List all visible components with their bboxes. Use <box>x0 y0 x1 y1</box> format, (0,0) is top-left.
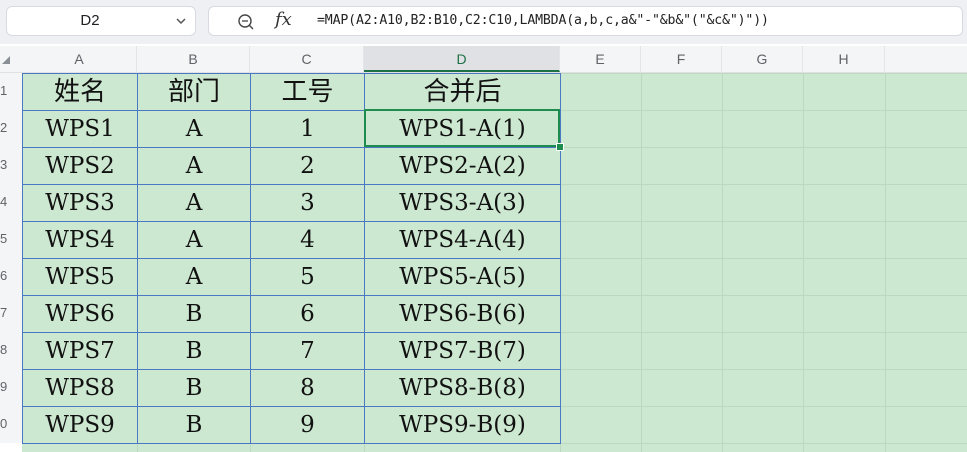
table-header-cell[interactable]: 工号 <box>250 73 365 111</box>
active-cell-selection <box>364 109 560 147</box>
gridline <box>803 73 804 452</box>
select-all-triangle-icon[interactable] <box>2 56 10 64</box>
table-cell[interactable]: 9 <box>250 406 365 444</box>
table-cell[interactable]: WPS2-A(2) <box>364 147 561 185</box>
row-header[interactable]: 5 <box>0 221 22 258</box>
row-header-label: 9 <box>0 379 8 394</box>
row-header-label: 8 <box>0 342 8 357</box>
table-cell[interactable]: WPS4-A(4) <box>364 221 561 259</box>
table-cell[interactable]: WPS8 <box>22 369 138 407</box>
row-header-label: 0 <box>0 416 8 431</box>
zoom-magnifier-icon[interactable] <box>237 13 255 31</box>
table-header-cell[interactable]: 姓名 <box>22 73 138 111</box>
column-header-d[interactable]: D <box>364 46 560 72</box>
row-header-label: 7 <box>0 305 8 320</box>
table-cell[interactable]: 8 <box>250 369 365 407</box>
select-all-corner[interactable] <box>0 46 22 72</box>
table-cell[interactable]: A <box>137 258 251 296</box>
fx-icon[interactable]: fx <box>275 9 292 30</box>
row-header[interactable]: 9 <box>0 369 22 406</box>
column-header-c[interactable]: C <box>250 46 364 72</box>
table-header-cell[interactable]: 合并后 <box>364 73 561 111</box>
table-header-cell[interactable]: 部门 <box>137 73 251 111</box>
column-header-row: ABCDEFGH <box>0 46 967 73</box>
row-header[interactable]: 2 <box>0 110 22 147</box>
table-cell[interactable]: 6 <box>250 295 365 333</box>
row-header[interactable]: 7 <box>0 295 22 332</box>
table-cell[interactable]: WPS7 <box>22 332 138 370</box>
table-cell[interactable]: A <box>137 147 251 185</box>
formula-toolbar: D2 fx =MAP(A2:A10,B2:B10,C2:C10,LAMBDA(a… <box>0 0 967 44</box>
table-cell[interactable]: A <box>137 221 251 259</box>
gridline <box>722 73 723 452</box>
table-cell[interactable]: WPS5 <box>22 258 138 296</box>
row-header-label: 6 <box>0 268 8 283</box>
table-cell[interactable]: 7 <box>250 332 365 370</box>
row-header[interactable]: 3 <box>0 147 22 184</box>
table-cell[interactable]: B <box>137 406 251 444</box>
table-cell[interactable]: 3 <box>250 184 365 222</box>
table-cell[interactable]: WPS5-A(5) <box>364 258 561 296</box>
column-header-f[interactable]: F <box>641 46 722 72</box>
column-header-a[interactable]: A <box>22 46 137 72</box>
name-box-value: D2 <box>80 12 100 29</box>
formula-bar[interactable]: fx =MAP(A2:A10,B2:B10,C2:C10,LAMBDA(a,b,… <box>208 6 963 36</box>
gridline <box>885 73 886 452</box>
name-box[interactable]: D2 <box>6 6 196 36</box>
row-header-label: 3 <box>0 157 8 172</box>
table-cell[interactable]: WPS2 <box>22 147 138 185</box>
table-cell[interactable]: A <box>137 110 251 148</box>
fill-handle[interactable] <box>556 143 564 151</box>
row-header[interactable]: 4 <box>0 184 22 221</box>
table-cell[interactable]: WPS7-B(7) <box>364 332 561 370</box>
table-cell[interactable]: WPS9-B(9) <box>364 406 561 444</box>
table-cell[interactable]: WPS8-B(8) <box>364 369 561 407</box>
table-cell[interactable]: WPS1 <box>22 110 138 148</box>
table-cell[interactable]: WPS3-A(3) <box>364 184 561 222</box>
column-header-h[interactable]: H <box>803 46 885 72</box>
row-header[interactable]: 8 <box>0 332 22 369</box>
table-cell[interactable]: 4 <box>250 221 365 259</box>
table-cell[interactable]: WPS4 <box>22 221 138 259</box>
row-header-label: 5 <box>0 231 8 246</box>
table-cell[interactable]: WPS9 <box>22 406 138 444</box>
formula-input[interactable]: =MAP(A2:A10,B2:B10,C2:C10,LAMBDA(a,b,c,a… <box>317 7 769 35</box>
table-cell[interactable]: B <box>137 332 251 370</box>
table-cell[interactable]: B <box>137 369 251 407</box>
gridline <box>641 73 642 452</box>
column-header-e[interactable]: E <box>560 46 641 72</box>
table-cell[interactable]: A <box>137 184 251 222</box>
row-header[interactable]: 1 <box>0 73 22 110</box>
row-header[interactable]: 0 <box>0 406 22 443</box>
row-header[interactable]: 6 <box>0 258 22 295</box>
table-cell[interactable]: 1 <box>250 110 365 148</box>
table-cell[interactable]: B <box>137 295 251 333</box>
table-cell[interactable]: 2 <box>250 147 365 185</box>
row-header-label: 4 <box>0 194 8 209</box>
row-header-label: 1 <box>0 83 8 98</box>
table-cell[interactable]: WPS6-B(6) <box>364 295 561 333</box>
table-cell[interactable]: WPS6 <box>22 295 138 333</box>
chevron-down-icon[interactable] <box>175 15 187 27</box>
table-cell[interactable]: WPS3 <box>22 184 138 222</box>
row-header-label: 2 <box>0 120 8 135</box>
column-header-b[interactable]: B <box>137 46 250 72</box>
table-cell[interactable]: 5 <box>250 258 365 296</box>
column-header-g[interactable]: G <box>722 46 803 72</box>
